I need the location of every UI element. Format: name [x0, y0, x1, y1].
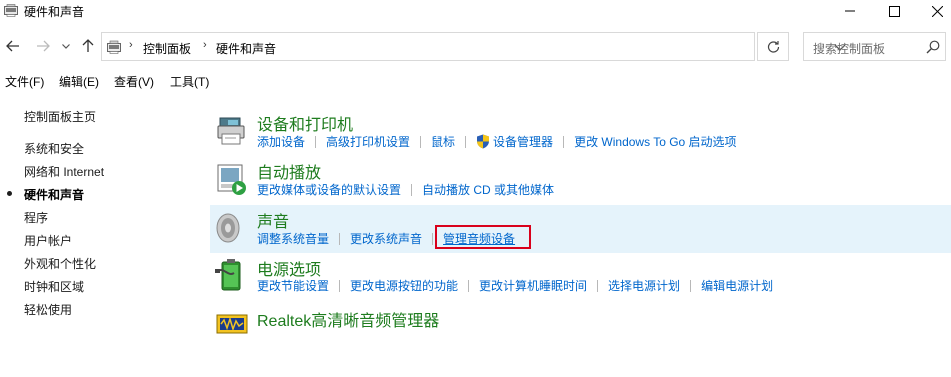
sidebar-item-hardware-sound[interactable]: 硬件和声音: [24, 186, 84, 203]
sidebar-item-programs[interactable]: 程序: [24, 209, 48, 226]
speaker-icon: [216, 213, 240, 243]
sidebar-item-system-security[interactable]: 系统和安全: [24, 140, 84, 157]
link-separator: [339, 232, 341, 245]
link-media-defaults[interactable]: 更改媒体或设备的默认设置: [257, 181, 401, 198]
sidebar-item-ease-of-access[interactable]: 轻松使用: [24, 301, 72, 318]
link-choose-power-plan[interactable]: 选择电源计划: [608, 277, 680, 294]
minimize-icon: [845, 10, 855, 12]
menu-file[interactable]: 文件(F): [5, 73, 44, 90]
title-bar: 硬件和声音: [0, 0, 951, 22]
link-power-saving[interactable]: 更改节能设置: [257, 277, 329, 294]
forward-arrow-icon: [37, 40, 50, 52]
back-button[interactable]: [5, 38, 21, 54]
category-links: 更改媒体或设备的默认设置 自动播放 CD 或其他媒体: [257, 181, 554, 198]
link-change-system-sounds[interactable]: 更改系统声音: [350, 230, 422, 247]
control-panel-app-icon: [4, 4, 18, 17]
link-device-manager[interactable]: 设备管理器: [493, 133, 553, 150]
address-bar[interactable]: › 控制面板 › 硬件和声音: [101, 32, 846, 61]
up-button[interactable]: [80, 38, 96, 54]
power-battery-icon: [215, 259, 241, 291]
category-title[interactable]: 声音: [257, 208, 289, 232]
link-add-device[interactable]: 添加设备: [257, 133, 305, 150]
link-autoplay-cd[interactable]: 自动播放 CD 或其他媒体: [422, 181, 554, 198]
back-arrow-icon: [6, 40, 19, 52]
breadcrumb-separator-icon[interactable]: ›: [203, 39, 207, 51]
category-sound: 声音 调整系统音量 更改系统声音 管理音频设备: [210, 205, 951, 253]
up-arrow-icon: [82, 39, 94, 52]
minimize-button[interactable]: [827, 0, 873, 22]
chevron-down-icon: [62, 43, 70, 49]
menu-bar: 文件(F) 编辑(E) 查看(V) 工具(T): [0, 71, 951, 91]
link-adjust-volume[interactable]: 调整系统音量: [257, 230, 329, 247]
refresh-icon: [767, 41, 779, 53]
autoplay-icon: [217, 164, 246, 195]
link-separator: [563, 135, 565, 148]
uac-shield-icon: [477, 134, 490, 149]
address-row: › 控制面板 › 硬件和声音 搜索控制面板: [0, 30, 951, 62]
sidebar-home-link[interactable]: 控制面板主页: [24, 108, 96, 125]
search-placeholder: 搜索控制面板: [813, 42, 886, 56]
link-mouse[interactable]: 鼠标: [431, 133, 455, 150]
link-separator: [468, 279, 470, 292]
link-edit-power-plan[interactable]: 编辑电源计划: [701, 277, 773, 294]
close-icon: [931, 5, 943, 17]
category-links: 添加设备 高级打印机设置 鼠标 设备管理器 更改 Windows To Go 启…: [257, 133, 737, 150]
link-separator: [315, 135, 317, 148]
category-title[interactable]: 设备和打印机: [257, 111, 353, 135]
link-separator: [339, 279, 341, 292]
annotation-highlight-box: [435, 225, 531, 249]
category-title[interactable]: Realtek高清晰音频管理器: [257, 307, 439, 331]
control-panel-icon: [107, 40, 121, 54]
refresh-button[interactable]: [757, 32, 789, 61]
link-separator: [432, 232, 434, 245]
category-power-options: 电源选项 更改节能设置 更改电源按钮的功能 更改计算机睡眠时间 选择电源计划 编…: [210, 253, 951, 301]
current-item-bullet-icon: [7, 191, 12, 196]
search-icon[interactable]: [926, 40, 940, 54]
breadcrumb-separator-icon: ›: [129, 39, 133, 51]
breadcrumb-control-panel[interactable]: 控制面板: [143, 40, 191, 57]
sidebar-item-appearance[interactable]: 外观和个性化: [24, 255, 96, 272]
maximize-icon: [888, 5, 900, 17]
category-autoplay: 自动播放 更改媒体或设备的默认设置 自动播放 CD 或其他媒体: [210, 156, 951, 204]
category-devices-printers: 设备和打印机 添加设备 高级打印机设置 鼠标 设备管理器 更改 Windows …: [210, 108, 951, 156]
sidebar-item-network[interactable]: 网络和 Internet: [24, 163, 104, 180]
link-separator: [411, 183, 413, 196]
category-title[interactable]: 自动播放: [257, 159, 321, 183]
close-button[interactable]: [914, 0, 951, 22]
menu-tools[interactable]: 工具(T): [170, 73, 209, 90]
printer-icon: [217, 117, 245, 145]
link-separator: [420, 135, 422, 148]
link-windows-to-go[interactable]: 更改 Windows To Go 启动选项: [574, 133, 736, 150]
menu-view[interactable]: 查看(V): [114, 73, 154, 90]
forward-button[interactable]: [35, 38, 51, 54]
search-box[interactable]: 搜索控制面板: [803, 32, 946, 61]
link-power-button[interactable]: 更改电源按钮的功能: [350, 277, 458, 294]
window-title: 硬件和声音: [24, 5, 85, 19]
link-advanced-printer-setup[interactable]: 高级打印机设置: [326, 133, 410, 150]
sidebar-item-clock-region[interactable]: 时钟和区域: [24, 278, 84, 295]
link-separator: [690, 279, 692, 292]
maximize-button[interactable]: [871, 0, 917, 22]
breadcrumb-hardware-sound[interactable]: 硬件和声音: [216, 40, 276, 57]
link-sleep-time[interactable]: 更改计算机睡眠时间: [479, 277, 587, 294]
menu-edit[interactable]: 编辑(E): [59, 73, 99, 90]
link-separator: [465, 135, 467, 148]
category-realtek: Realtek高清晰音频管理器: [210, 301, 951, 341]
sidebar-item-user-accounts[interactable]: 用户帐户: [24, 232, 72, 249]
recent-locations-button[interactable]: [60, 38, 72, 54]
category-links: 更改节能设置 更改电源按钮的功能 更改计算机睡眠时间 选择电源计划 编辑电源计划: [257, 277, 773, 294]
realtek-audio-icon: [216, 314, 248, 334]
link-separator: [597, 279, 599, 292]
